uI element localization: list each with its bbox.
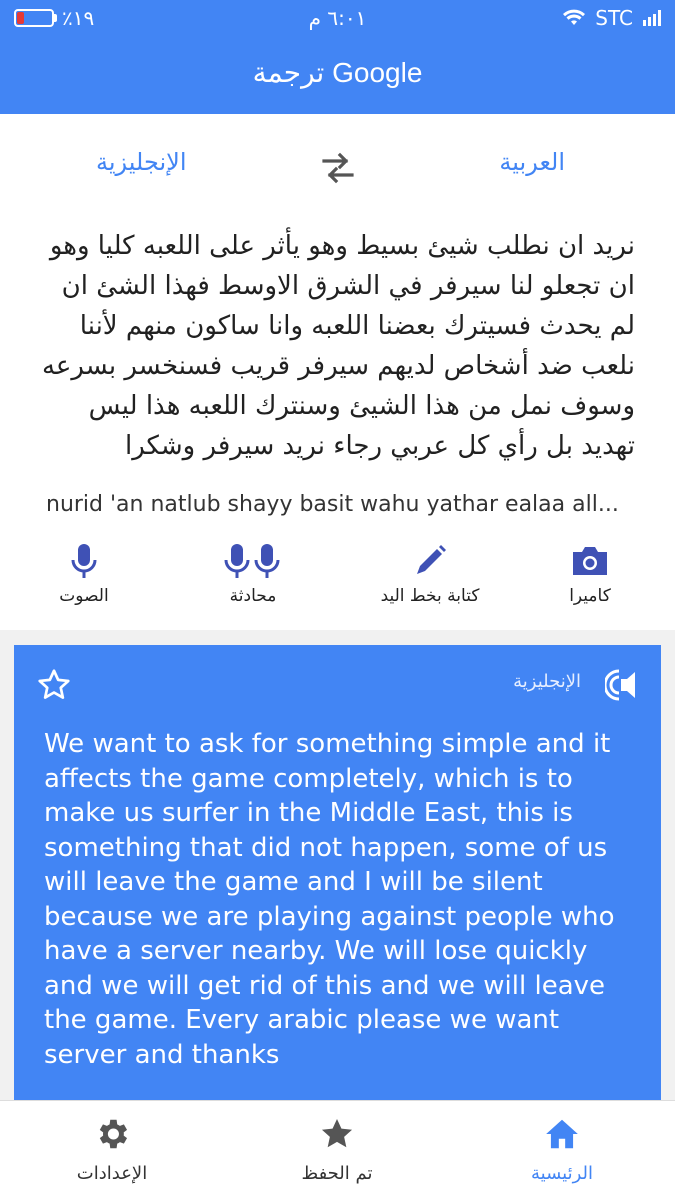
wifi-icon bbox=[563, 9, 586, 25]
source-input-area[interactable]: نريد ان نطلب شيئ بسيط وهو يأثر على اللعب… bbox=[0, 216, 675, 630]
app-title: ترجمة Google bbox=[252, 57, 423, 88]
swap-icon[interactable] bbox=[318, 148, 358, 188]
camera-label: كاميرا bbox=[569, 586, 611, 606]
handwriting-label: كتابة بخط اليد bbox=[380, 586, 480, 606]
voice-label: الصوت bbox=[59, 586, 109, 606]
nav-home-label: الرئيسية bbox=[531, 1163, 593, 1184]
target-language-button[interactable]: الإنجليزية bbox=[96, 148, 187, 176]
star-icon bbox=[321, 1118, 353, 1148]
source-language-button[interactable]: العربية bbox=[499, 148, 565, 176]
speaker-icon[interactable] bbox=[605, 667, 641, 703]
nav-settings[interactable]: الإعدادات bbox=[32, 1115, 192, 1184]
camera-icon bbox=[573, 547, 607, 575]
signal-icon bbox=[643, 10, 661, 26]
camera-button[interactable]: كاميرا bbox=[520, 542, 660, 606]
conversation-button[interactable]: محادثة bbox=[183, 542, 323, 606]
app-bar: ترجمة Google bbox=[0, 36, 675, 114]
nav-home[interactable]: الرئيسية bbox=[482, 1115, 642, 1184]
source-text[interactable]: نريد ان نطلب شيئ بسيط وهو يأثر على اللعب… bbox=[40, 226, 635, 466]
status-bar: ٪١٩ ٦:٠١ م STC bbox=[0, 0, 675, 36]
bottom-navigation: الإعدادات تم الحفظ الرئيسية bbox=[0, 1100, 675, 1201]
microphone-icon bbox=[71, 544, 97, 578]
nav-saved-label: تم الحفظ bbox=[301, 1163, 373, 1184]
nav-settings-label: الإعدادات bbox=[76, 1163, 148, 1184]
pen-icon bbox=[417, 545, 446, 574]
input-tools: الصوت محادثة كتابة بخط اليد كاميرا bbox=[0, 542, 675, 632]
translation-text[interactable]: We want to ask for something simple and … bbox=[44, 727, 631, 1072]
conversation-label: محادثة bbox=[229, 586, 277, 606]
language-selector: الإنجليزية العربية bbox=[0, 114, 675, 217]
carrier-name: STC bbox=[595, 6, 633, 30]
translation-card[interactable]: الإنجليزية We want to ask for something … bbox=[14, 645, 661, 1105]
gear-icon bbox=[99, 1119, 128, 1149]
star-outline-icon[interactable] bbox=[36, 667, 72, 703]
nav-saved[interactable]: تم الحفظ bbox=[257, 1115, 417, 1184]
result-language-label: الإنجليزية bbox=[513, 671, 581, 692]
voice-button[interactable]: الصوت bbox=[14, 542, 154, 606]
home-icon bbox=[546, 1119, 578, 1149]
transliteration-text: nurid 'an natlub shayy basit wahu yathar… bbox=[46, 492, 619, 517]
network-indicator: STC bbox=[563, 6, 661, 30]
conversation-icon bbox=[224, 544, 280, 578]
handwriting-button[interactable]: كتابة بخط اليد bbox=[360, 542, 500, 606]
